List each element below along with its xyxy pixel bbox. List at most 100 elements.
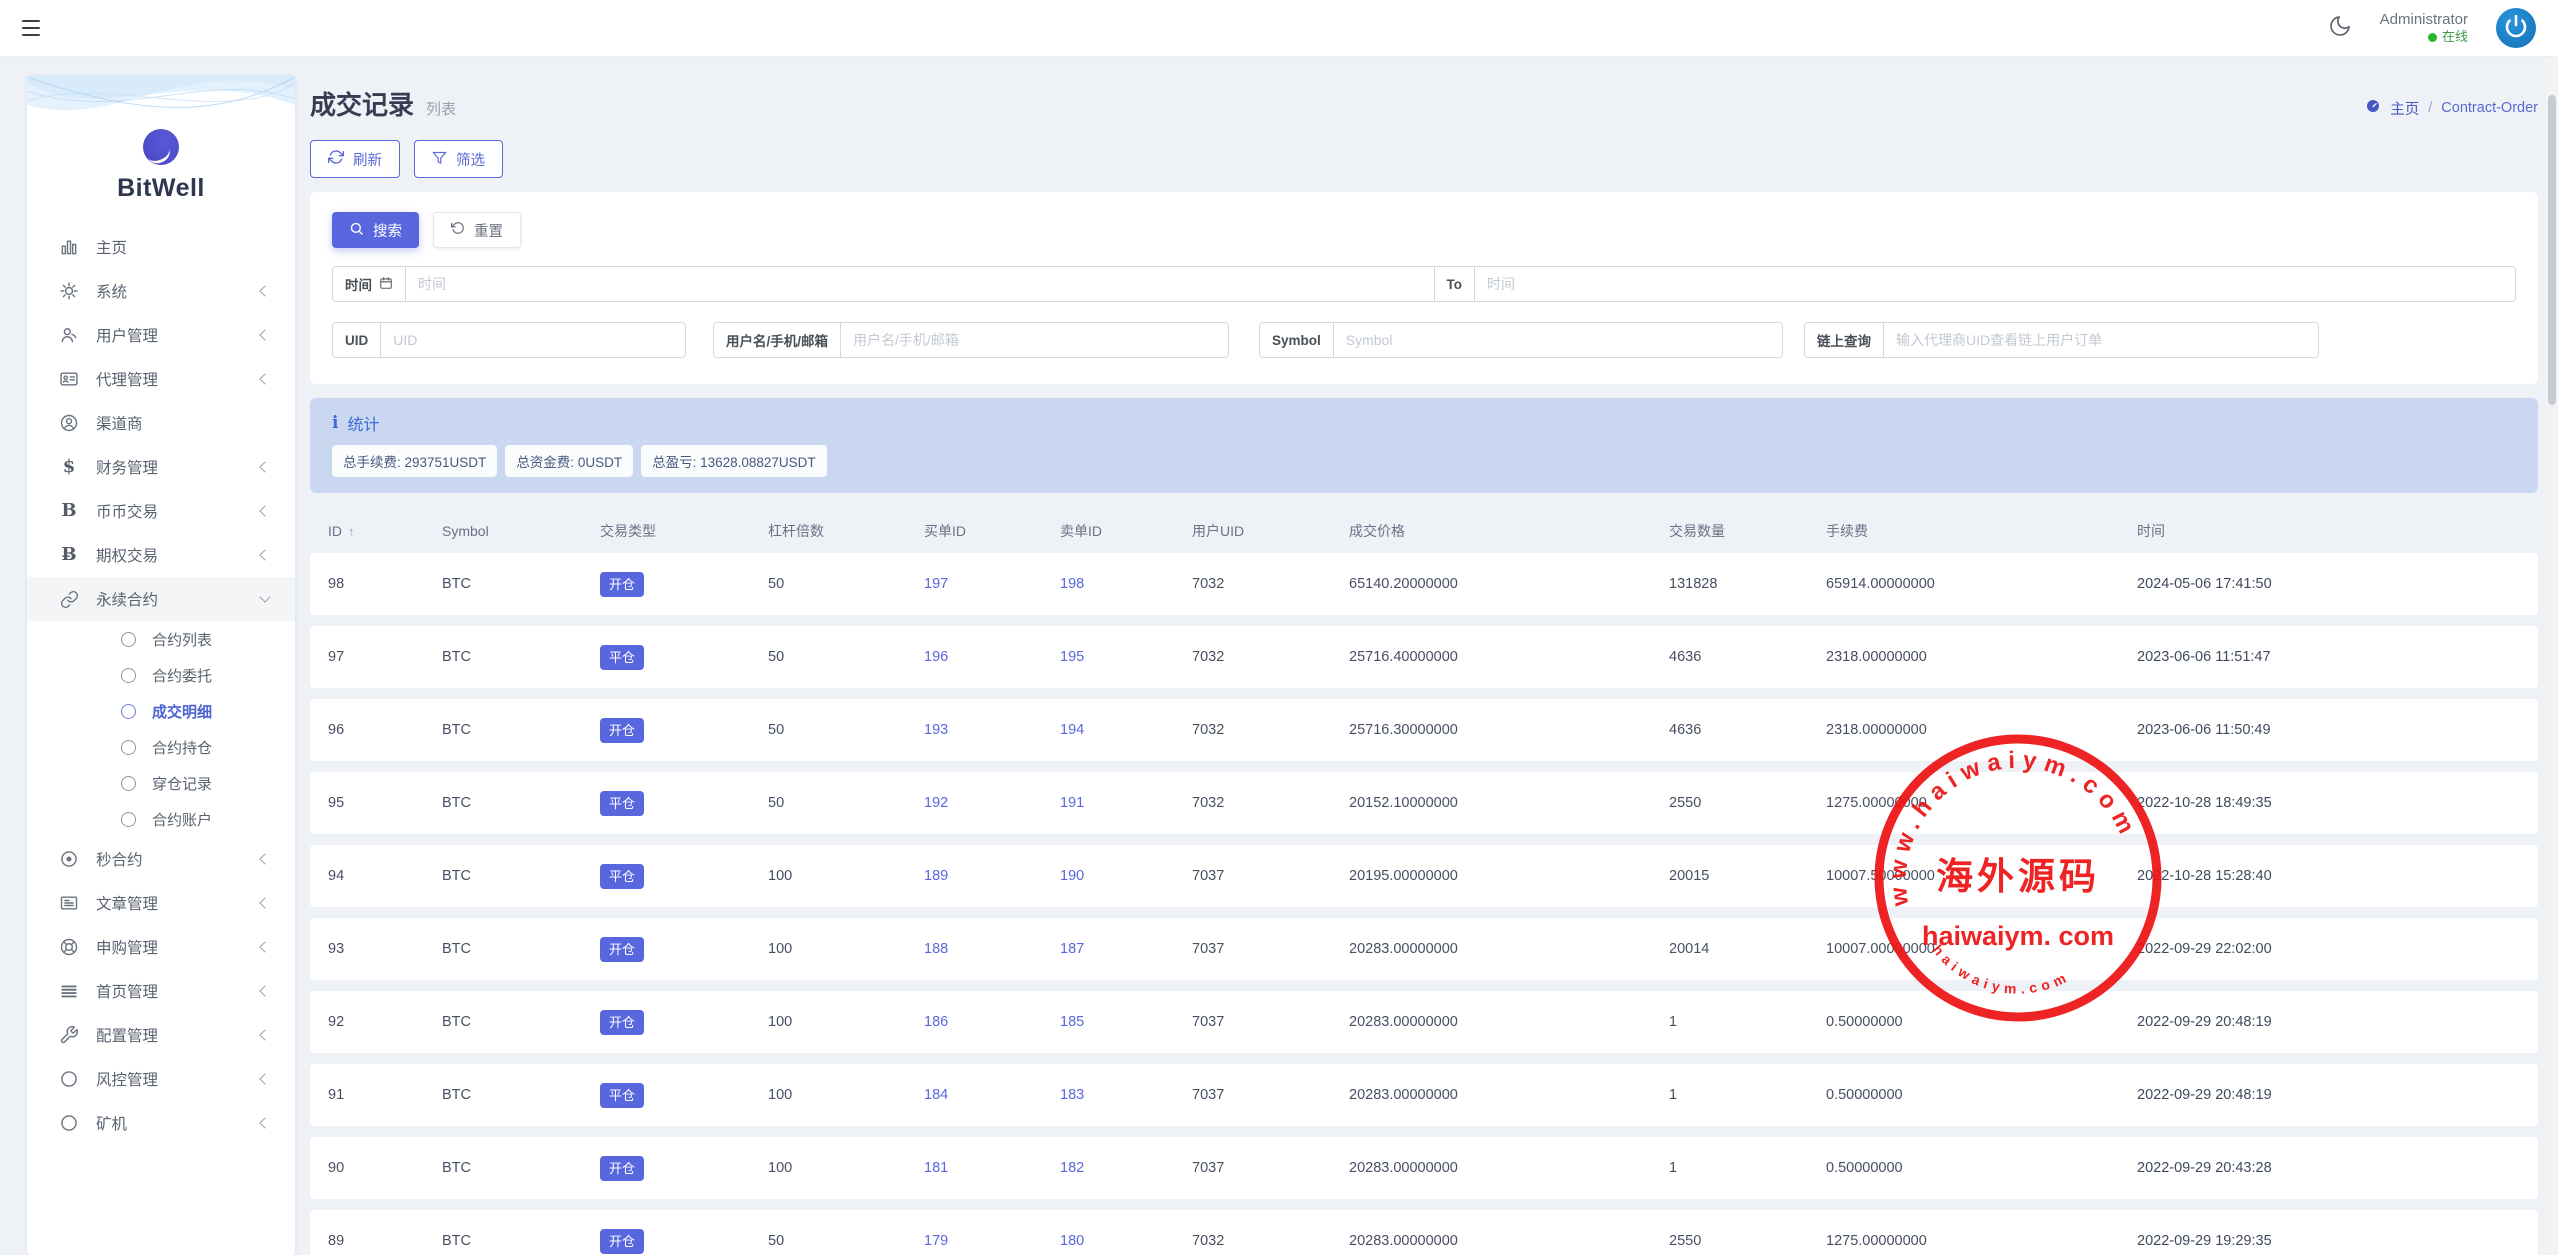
table-row: 93BTC开仓100188187703720283.00000000200141… <box>310 918 2538 980</box>
cell-buy-id: 196 <box>924 649 1060 665</box>
refresh-button[interactable]: 刷新 <box>310 140 400 178</box>
sidebar-item[interactable]: 秒合约 <box>27 837 295 881</box>
breadcrumb: 主页 / Contract-Order <box>2365 98 2538 119</box>
sell-order-link[interactable]: 182 <box>1060 1160 1084 1176</box>
buy-order-link[interactable]: 189 <box>924 868 948 884</box>
sell-order-link[interactable]: 198 <box>1060 576 1084 592</box>
cell-buy-id: 184 <box>924 1087 1060 1103</box>
sidebar-item[interactable]: 配置管理 <box>27 1013 295 1057</box>
table-row: 98BTC开仓50197198703265140.200000001318286… <box>310 553 2538 615</box>
cell-user-uid: 7032 <box>1192 1233 1349 1249</box>
uid-input[interactable] <box>381 323 685 357</box>
cell-trade-type: 开仓 <box>600 1229 768 1254</box>
sidebar-subitem[interactable]: 合约委托 <box>27 657 295 693</box>
cell-amount: 1 <box>1669 1160 1826 1176</box>
breadcrumb-home-link[interactable]: 主页 <box>2390 98 2419 119</box>
username-input[interactable] <box>841 323 1228 357</box>
radio-circle-icon <box>121 776 136 791</box>
cell-leverage: 50 <box>768 795 924 811</box>
cell-symbol: BTC <box>442 941 600 957</box>
scrollbar-thumb[interactable] <box>2548 95 2556 405</box>
dashboard-icon <box>2365 98 2381 118</box>
time-to-input[interactable] <box>1475 267 2515 301</box>
column-header-id[interactable]: ID↑ <box>328 523 442 539</box>
sidebar-item-label: 申购管理 <box>96 936 261 958</box>
cell-symbol: BTC <box>442 1233 600 1249</box>
sidebar-item[interactable]: 文章管理 <box>27 881 295 925</box>
time-from-input[interactable] <box>406 267 1434 301</box>
trade-type-badge: 开仓 <box>600 718 644 743</box>
reset-button[interactable]: 重置 <box>433 212 521 248</box>
trade-type-badge: 平仓 <box>600 645 644 670</box>
cell-time: 2022-09-29 20:48:19 <box>2137 1014 2520 1030</box>
buy-order-link[interactable]: 181 <box>924 1160 948 1176</box>
buy-order-link[interactable]: 197 <box>924 576 948 592</box>
sell-order-link[interactable]: 194 <box>1060 722 1084 738</box>
cell-sell-id: 198 <box>1060 576 1192 592</box>
sell-order-link[interactable]: 185 <box>1060 1014 1084 1030</box>
power-icon <box>2504 14 2528 43</box>
buy-order-link[interactable]: 184 <box>924 1087 948 1103</box>
sidebar-subitem[interactable]: 合约账户 <box>27 801 295 837</box>
buy-order-link[interactable]: 188 <box>924 941 948 957</box>
time-range-filter: 时间 To <box>332 266 2516 302</box>
cell-trade-type: 平仓 <box>600 791 768 816</box>
sidebar-item[interactable]: 用户管理 <box>27 313 295 357</box>
sell-order-link[interactable]: 195 <box>1060 649 1084 665</box>
cell-leverage: 100 <box>768 1160 924 1176</box>
sidebar-item-label: 永续合约 <box>96 588 261 610</box>
sell-order-link[interactable]: 183 <box>1060 1087 1084 1103</box>
main-content: 成交记录 列表 主页 / Contract-Order 刷新 筛选 <box>310 57 2538 1255</box>
table-row: 97BTC平仓50196195703225716.400000004636231… <box>310 626 2538 688</box>
filter-button[interactable]: 筛选 <box>414 140 503 178</box>
cell-leverage: 100 <box>768 941 924 957</box>
user-avatar[interactable] <box>2496 8 2536 48</box>
vertical-scrollbar[interactable] <box>2546 57 2558 1255</box>
buy-order-link[interactable]: 193 <box>924 722 948 738</box>
cell-time: 2022-09-29 22:02:00 <box>2137 941 2520 957</box>
sell-order-link[interactable]: 187 <box>1060 941 1084 957</box>
sell-order-link[interactable]: 191 <box>1060 795 1084 811</box>
chevron-left-icon <box>259 985 270 996</box>
cell-buy-id: 181 <box>924 1160 1060 1176</box>
buy-order-link[interactable]: 196 <box>924 649 948 665</box>
sidebar-item[interactable]: 系统 <box>27 269 295 313</box>
sidebar-item[interactable]: 矿机 <box>27 1101 295 1145</box>
chevron-left-icon <box>259 1029 270 1040</box>
hamburger-menu-icon[interactable] <box>22 20 44 36</box>
buy-order-link[interactable]: 179 <box>924 1233 948 1249</box>
trade-type-badge: 平仓 <box>600 1083 644 1108</box>
stats-badges: 总手续费: 293751USDT总资金费: 0USDT总盈亏: 13628.08… <box>332 445 2516 477</box>
page-title: 成交记录 <box>310 85 414 122</box>
sidebar-item[interactable]: B币币交易 <box>27 489 295 533</box>
search-button[interactable]: 搜索 <box>332 212 419 248</box>
chain-query-input[interactable] <box>1884 323 2318 357</box>
link-icon <box>57 590 81 609</box>
sidebar-subitem[interactable]: 合约持仓 <box>27 729 295 765</box>
sidebar-item[interactable]: 首页管理 <box>27 969 295 1013</box>
users-icon <box>57 325 81 345</box>
sell-order-link[interactable]: 190 <box>1060 868 1084 884</box>
sidebar-item[interactable]: 永续合约 <box>27 577 295 621</box>
sidebar-subitem[interactable]: 穿仓记录 <box>27 765 295 801</box>
sidebar-item[interactable]: 风控管理 <box>27 1057 295 1101</box>
sell-order-link[interactable]: 180 <box>1060 1233 1084 1249</box>
buy-order-link[interactable]: 192 <box>924 795 948 811</box>
symbol-input[interactable] <box>1334 323 1782 357</box>
sidebar-item[interactable]: 代理管理 <box>27 357 295 401</box>
cell-time: 2022-09-29 20:48:19 <box>2137 1087 2520 1103</box>
sidebar-item-label: 配置管理 <box>96 1024 261 1046</box>
sidebar-item[interactable]: 渠道商 <box>27 401 295 445</box>
uid-filter: UID <box>332 322 686 358</box>
cell-user-uid: 7037 <box>1192 1160 1349 1176</box>
column-header-amount: 交易数量 <box>1669 521 1826 541</box>
buy-order-link[interactable]: 186 <box>924 1014 948 1030</box>
sidebar-item[interactable]: $财务管理 <box>27 445 295 489</box>
dark-mode-toggle[interactable] <box>2328 14 2352 43</box>
sidebar-subitem[interactable]: 成交明细 <box>27 693 295 729</box>
sidebar-item[interactable]: 申购管理 <box>27 925 295 969</box>
sidebar-item[interactable]: Ƀ期权交易 <box>27 533 295 577</box>
sidebar-subitem[interactable]: 合约列表 <box>27 621 295 657</box>
radio-circle-icon <box>121 812 136 827</box>
sidebar-item[interactable]: 主页 <box>27 225 295 269</box>
